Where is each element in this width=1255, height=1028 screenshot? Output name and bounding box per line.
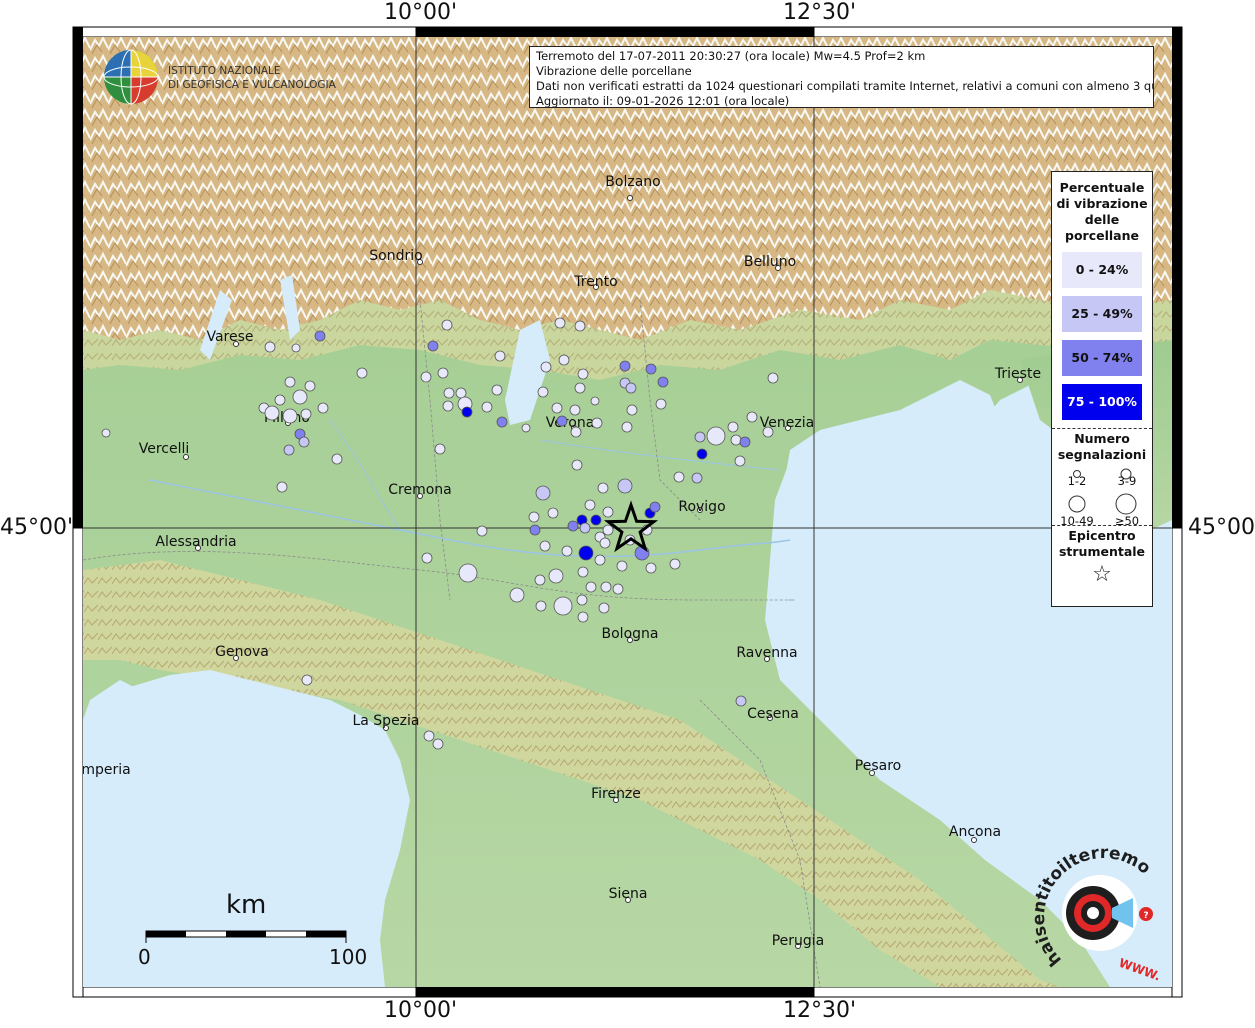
legend-epicenter-symbol: ☆ (1092, 562, 1112, 587)
ingv-logo-line1: ISTITUTO NAZIONALE (168, 65, 281, 77)
city-rovigo: Rovigo (678, 499, 725, 515)
city-verona: Verona (546, 415, 595, 431)
scale-end: 100 (329, 945, 368, 969)
legend-epicenter-title: Epicentro strumentale (1058, 528, 1146, 559)
city-genova: Genova (215, 644, 269, 660)
scale-unit: km (226, 890, 267, 920)
axis-bottom-12-30: 12°30' (783, 998, 857, 1023)
city-varese: Varese (206, 329, 253, 345)
axis-top-12-30: 12°30' (783, 0, 857, 25)
city-mperia: mperia (81, 762, 130, 778)
city-cesena: Cesena (747, 706, 799, 722)
city-la-spezia: La Spezia (352, 713, 419, 729)
legend-count-10-49: 10-49 (1060, 514, 1094, 528)
city-firenze: Firenze (591, 786, 641, 802)
axis-left-45: 45°00' (0, 515, 74, 540)
legend-count-50: ≥50 (1114, 514, 1140, 528)
legend-band-50-74: 50 - 74% (1062, 340, 1142, 376)
city-bolzano: Bolzano (605, 174, 660, 190)
legend-band-0-24: 0 - 24% (1062, 252, 1142, 288)
city-bologna: Bologna (602, 626, 659, 642)
frame-bar-top-left (72, 26, 417, 38)
svg-text:?: ? (1143, 911, 1148, 921)
title-line-3: Dati non verificati estratti da 1024 que… (536, 79, 1154, 93)
legend-title: Percentuale di vibrazione delle porcella… (1056, 180, 1148, 243)
city-belluno: Belluno (744, 254, 796, 270)
legend-band-75-100: 75 - 100% (1062, 384, 1142, 420)
scale-start: 0 (138, 945, 151, 969)
title-line-2: Vibrazione delle porcellane (536, 64, 692, 78)
title-box: Terremoto del 17-07-2011 20:30:27 (ora l… (529, 46, 1154, 108)
city-pesaro: Pesaro (855, 758, 901, 774)
ingv-logo-line2: DI GEOFISICA E VULCANOLOGIA (168, 79, 337, 91)
city-perugia: Perugia (772, 933, 825, 949)
title-line-1: Terremoto del 17-07-2011 20:30:27 (ora l… (536, 49, 926, 63)
legend-band-25-49: 25 - 49% (1062, 296, 1142, 332)
legend-count-title: Numero segnalazioni (1057, 431, 1147, 462)
city-siena: Siena (609, 886, 648, 902)
city-ancona: Ancona (949, 824, 1001, 840)
legend-count-3-9: 3-9 (1117, 474, 1137, 488)
city-trieste: Trieste (994, 366, 1041, 382)
city-cremona: Cremona (388, 482, 452, 498)
legend: Percentuale di vibrazione delle porcella… (1051, 171, 1153, 607)
map-stage: Bolzano Sondrio Trento Belluno Varese Tr… (0, 0, 1255, 1024)
title-line-4: Aggiornato il: 09-01-2026 12:01 (ora loc… (536, 94, 790, 108)
city-trento: Trento (573, 274, 617, 290)
city-vercelli: Vercelli (139, 441, 190, 457)
axis-right-45: 45°00' (1188, 515, 1255, 540)
frame-bar-top-mid (416, 27, 814, 37)
axis-top-10: 10°00' (384, 0, 458, 25)
city-sondrio: Sondrio (369, 248, 422, 264)
axis-bottom-10: 10°00' (384, 998, 458, 1023)
city-ravenna: Ravenna (736, 645, 797, 661)
city-alessandria: Alessandria (155, 534, 236, 550)
legend-count-1-2: 1-2 (1067, 474, 1087, 488)
map-area: Bolzano Sondrio Trento Belluno Varese Tr… (81, 37, 1172, 987)
